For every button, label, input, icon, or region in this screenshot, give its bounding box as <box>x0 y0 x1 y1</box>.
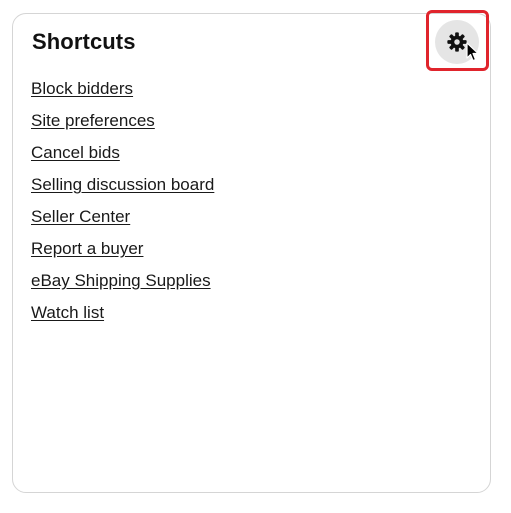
list-item: eBay Shipping Supplies <box>31 270 214 302</box>
shortcuts-title: Shortcuts <box>32 29 136 54</box>
list-item: Selling discussion board <box>31 174 214 206</box>
shortcuts-list: Block bidders Site preferences Cancel bi… <box>31 78 214 334</box>
link-report-a-buyer[interactable]: Report a buyer <box>31 239 143 258</box>
link-ebay-shipping-supplies[interactable]: eBay Shipping Supplies <box>31 271 211 290</box>
list-item: Seller Center <box>31 206 214 238</box>
link-site-preferences[interactable]: Site preferences <box>31 111 155 130</box>
gear-icon <box>447 32 467 52</box>
link-cancel-bids[interactable]: Cancel bids <box>31 143 120 162</box>
link-block-bidders[interactable]: Block bidders <box>31 79 133 98</box>
list-item: Watch list <box>31 302 214 334</box>
list-item: Block bidders <box>31 78 214 110</box>
link-selling-discussion-board[interactable]: Selling discussion board <box>31 175 214 194</box>
settings-button[interactable] <box>435 20 479 64</box>
list-item: Site preferences <box>31 110 214 142</box>
link-watch-list[interactable]: Watch list <box>31 303 104 322</box>
shortcuts-card: Shortcuts Block bidders Site preferences… <box>12 13 491 493</box>
list-item: Report a buyer <box>31 238 214 270</box>
link-seller-center[interactable]: Seller Center <box>31 207 130 226</box>
list-item: Cancel bids <box>31 142 214 174</box>
